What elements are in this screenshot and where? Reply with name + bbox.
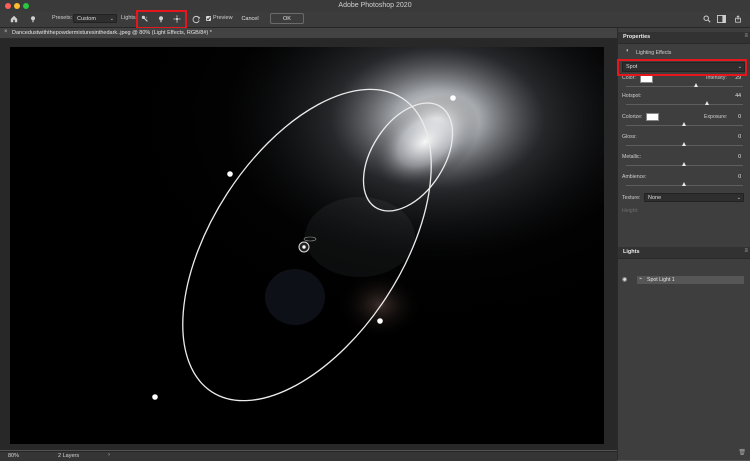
ellipse-handle-bottom[interactable] <box>152 394 158 400</box>
intensity-slider-thumb[interactable] <box>693 83 698 87</box>
light-color-swatch[interactable] <box>640 75 653 83</box>
dancer-shadow <box>265 269 325 325</box>
panel-menu-icon[interactable]: ≡ <box>744 33 748 39</box>
intensity-slider[interactable] <box>626 83 743 87</box>
exposure-slider[interactable] <box>626 122 743 126</box>
options-bar: Presets: Custom ⌄ Lights: + Preview Canc… <box>0 12 750 28</box>
metallic-slider-thumb[interactable] <box>682 162 686 166</box>
light-list-item[interactable]: ⌁ Spot Light 1 <box>637 276 744 284</box>
chevron-right-icon[interactable]: › <box>108 452 110 458</box>
lighting-preview-svg[interactable] <box>10 47 604 444</box>
search-icon[interactable] <box>702 14 712 24</box>
visibility-eye-icon[interactable]: ◉ <box>622 276 627 283</box>
light-center-dot <box>302 245 306 249</box>
properties-header: Properties ≡ <box>618 32 750 44</box>
spot-light-icon: ⌁ <box>639 276 643 282</box>
image-canvas[interactable] <box>10 47 604 444</box>
lights-label: Lights: <box>121 15 138 21</box>
lighting-effects-label: Lighting Effects <box>636 50 672 56</box>
ellipse-handle-right[interactable] <box>377 318 383 324</box>
chevron-down-icon: ⌄ <box>109 16 114 22</box>
texture-select[interactable]: None ⌄ <box>644 193 744 202</box>
colorize-swatch[interactable] <box>646 113 659 121</box>
share-icon[interactable] <box>733 14 743 24</box>
preview-label: Preview <box>213 15 233 21</box>
metallic-label: Metallic: <box>622 154 642 160</box>
ok-button[interactable]: OK <box>270 13 304 24</box>
gloss-slider[interactable] <box>626 142 743 146</box>
ellipse-handle-top[interactable] <box>450 95 456 101</box>
height-label: Height: <box>622 208 639 214</box>
hotspot-label: Hotspot: <box>622 93 642 99</box>
exposure-value[interactable]: 0 <box>721 114 741 120</box>
app-title: Adobe Photoshop 2020 <box>338 2 412 9</box>
hotspot-slider-thumb[interactable] <box>705 101 710 105</box>
presets-value: Custom <box>77 16 96 22</box>
lighting-effects-icon: ◐ <box>626 48 630 54</box>
colorize-label: Colorize: <box>622 114 643 120</box>
workspace-icon[interactable] <box>716 14 726 24</box>
document-tab-label: Dancedustwiththepowdermixturesinthedark.… <box>12 30 212 36</box>
properties-panel: Properties ≡ ◐ Lighting Effects Spot ⌄ C… <box>617 28 750 460</box>
presets-select[interactable]: Custom ⌄ <box>73 14 117 23</box>
gloss-value[interactable]: 0 <box>721 134 741 140</box>
gloss-slider-thumb[interactable] <box>682 142 686 146</box>
document-tab[interactable]: × Dancedustwiththepowdermixturesinthedar… <box>0 28 617 39</box>
preview-checkbox[interactable] <box>206 16 211 21</box>
metallic-value[interactable]: 0 <box>721 154 741 160</box>
lighting-tool-icon[interactable] <box>28 14 38 24</box>
gloss-label: Gloss: <box>622 134 637 140</box>
panel-menu-icon[interactable]: ≡ <box>744 248 748 254</box>
lights-title: Lights <box>623 249 640 255</box>
light-item-label: Spot Light 1 <box>647 277 675 283</box>
metallic-slider[interactable] <box>626 162 743 166</box>
cancel-button[interactable]: Cancel <box>236 13 264 24</box>
lights-highlight-box <box>136 10 187 29</box>
properties-title: Properties <box>623 34 651 40</box>
spot-highlight-box <box>617 59 747 76</box>
ambience-slider[interactable] <box>626 182 743 186</box>
lights-header: Lights ≡ <box>618 247 750 259</box>
hotspot-slider[interactable] <box>626 101 743 105</box>
ambience-slider-thumb[interactable] <box>682 182 686 186</box>
chevron-down-icon: ⌄ <box>736 195 741 201</box>
exposure-slider-thumb[interactable] <box>682 122 686 126</box>
dancer-figure <box>338 271 422 339</box>
layers-count: 2 Layers <box>58 453 80 459</box>
reset-rotate-icon[interactable] <box>191 14 201 24</box>
trash-icon[interactable]: 🗑 <box>738 449 746 456</box>
ellipse-handle-left[interactable] <box>227 171 233 177</box>
close-tab-icon[interactable]: × <box>4 29 8 35</box>
hotspot-value[interactable]: 44 <box>721 93 741 99</box>
home-icon[interactable] <box>9 14 19 24</box>
texture-value: None <box>648 195 662 201</box>
ambience-value[interactable]: 0 <box>721 174 741 180</box>
ambience-label: Ambience: <box>622 174 647 180</box>
texture-label: Texture: <box>622 195 641 201</box>
presets-label: Presets: <box>52 15 73 21</box>
zoom-level[interactable]: 80% <box>8 453 19 459</box>
